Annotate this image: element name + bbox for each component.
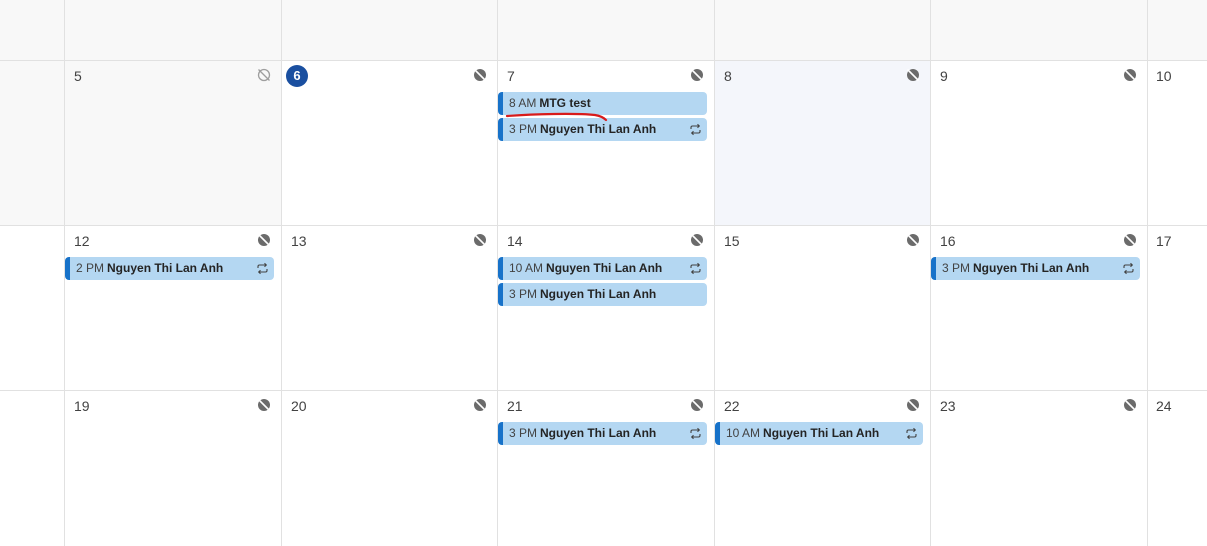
weather-unavailable-icon (1123, 398, 1137, 412)
day-number[interactable]: 23 (940, 398, 956, 414)
weather-unavailable-icon (1123, 233, 1137, 247)
day-number[interactable]: 22 (724, 398, 740, 414)
event-title: Nguyen Thi Lan Anh (763, 426, 880, 440)
weather-unavailable-icon (473, 398, 487, 412)
repeat-icon (906, 427, 917, 440)
repeat-icon (690, 123, 701, 136)
day-number[interactable]: 13 (291, 233, 307, 249)
event-time: 3 PM (509, 122, 538, 136)
day-cell[interactable] (498, 0, 715, 60)
day-cell-7[interactable]: 7 8 AM MTG test 3 PM Nguyen Thi Lan Anh (498, 61, 715, 225)
calendar-event[interactable]: 3 PM Nguyen Thi Lan Anh (931, 257, 1140, 280)
event-title: Nguyen Thi Lan Anh (540, 122, 657, 136)
weather-unavailable-icon (690, 233, 704, 247)
event-title: Nguyen Thi Lan Anh (540, 287, 657, 301)
day-cell[interactable] (282, 0, 498, 60)
repeat-icon (1123, 262, 1134, 275)
event-title: Nguyen Thi Lan Anh (546, 261, 663, 275)
weather-unavailable-icon (690, 68, 704, 82)
event-title: Nguyen Thi Lan Anh (540, 426, 657, 440)
day-cell-12[interactable]: 12 2 PM Nguyen Thi Lan Anh (65, 226, 282, 390)
weather-unavailable-icon (1123, 68, 1137, 82)
day-number[interactable]: 16 (940, 233, 956, 249)
day-cell-13[interactable]: 13 (282, 226, 498, 390)
weather-unavailable-icon (906, 68, 920, 82)
day-number[interactable]: 12 (74, 233, 90, 249)
week-row: 12 2 PM Nguyen Thi Lan Anh 13 14 10 AM N… (0, 226, 1207, 391)
day-number[interactable]: 19 (74, 398, 90, 414)
day-cell-10[interactable]: 10 (1148, 61, 1207, 225)
day-number[interactable]: 24 (1156, 398, 1172, 414)
calendar-event[interactable]: 3 PM Nguyen Thi Lan Anh (498, 283, 707, 306)
week-row: 19 20 21 3 PM Nguyen Thi Lan Anh 22 10 A… (0, 391, 1207, 546)
day-number[interactable]: 8 (724, 68, 732, 84)
weather-unavailable-icon (473, 233, 487, 247)
repeat-icon (690, 427, 701, 440)
event-time: 2 PM (76, 261, 105, 275)
event-title: Nguyen Thi Lan Anh (973, 261, 1090, 275)
week-gutter (0, 226, 65, 390)
day-cell-20[interactable]: 20 (282, 391, 498, 546)
event-title: Nguyen Thi Lan Anh (107, 261, 224, 275)
weather-unavailable-icon (257, 68, 271, 82)
day-number[interactable]: 14 (507, 233, 523, 249)
day-cell-24[interactable]: 24 (1148, 391, 1207, 546)
weather-unavailable-icon (473, 68, 487, 82)
day-cell-19[interactable]: 19 (65, 391, 282, 546)
weather-unavailable-icon (257, 398, 271, 412)
event-time: 3 PM (509, 287, 538, 301)
day-number[interactable]: 9 (940, 68, 948, 84)
day-cell-5[interactable]: 5 (65, 61, 282, 225)
day-cell[interactable] (931, 0, 1148, 60)
day-cell-15[interactable]: 15 (715, 226, 931, 390)
event-time: 10 AM (726, 426, 761, 440)
week-gutter (0, 391, 65, 546)
calendar-event[interactable]: 10 AM Nguyen Thi Lan Anh (715, 422, 923, 445)
day-number[interactable]: 10 (1156, 68, 1172, 84)
day-cell-21[interactable]: 21 3 PM Nguyen Thi Lan Anh (498, 391, 715, 546)
day-cell-6[interactable]: 6 (282, 61, 498, 225)
day-number[interactable]: 15 (724, 233, 740, 249)
repeat-icon (257, 262, 268, 275)
day-cell-22[interactable]: 22 10 AM Nguyen Thi Lan Anh (715, 391, 931, 546)
weather-unavailable-icon (257, 233, 271, 247)
day-cell[interactable] (1148, 0, 1207, 60)
weather-unavailable-icon (906, 398, 920, 412)
calendar-event[interactable]: 2 PM Nguyen Thi Lan Anh (65, 257, 274, 280)
red-underline-annotation (505, 112, 608, 122)
event-time: 3 PM (509, 426, 538, 440)
weather-unavailable-icon (906, 233, 920, 247)
event-time: 8 AM (509, 96, 537, 110)
month-calendar-grid: 5 6 7 8 AM MTG test 3 PM Nguyen Thi Lan … (0, 0, 1207, 546)
event-title: MTG test (539, 96, 591, 110)
day-number[interactable]: 20 (291, 398, 307, 414)
previous-week-row (0, 0, 1207, 61)
event-time: 3 PM (942, 261, 971, 275)
day-cell-17[interactable]: 17 (1148, 226, 1207, 390)
week-row: 5 6 7 8 AM MTG test 3 PM Nguyen Thi Lan … (0, 61, 1207, 226)
day-cell-16[interactable]: 16 3 PM Nguyen Thi Lan Anh (931, 226, 1148, 390)
day-number[interactable]: 21 (507, 398, 523, 414)
day-cell-9[interactable]: 9 (931, 61, 1148, 225)
day-cell[interactable] (65, 0, 282, 60)
today-badge[interactable]: 6 (286, 65, 308, 87)
event-time: 10 AM (509, 261, 544, 275)
day-cell[interactable] (715, 0, 931, 60)
calendar-event[interactable]: 3 PM Nguyen Thi Lan Anh (498, 422, 707, 445)
calendar-event[interactable]: 10 AM Nguyen Thi Lan Anh (498, 257, 707, 280)
week-gutter (0, 0, 65, 60)
repeat-icon (690, 262, 701, 275)
day-number[interactable]: 17 (1156, 233, 1172, 249)
day-number[interactable]: 5 (74, 68, 82, 84)
day-cell-14[interactable]: 14 10 AM Nguyen Thi Lan Anh 3 PM Nguyen Th… (498, 226, 715, 390)
day-number[interactable]: 7 (507, 68, 515, 84)
week-gutter (0, 61, 65, 225)
day-cell-23[interactable]: 23 (931, 391, 1148, 546)
day-cell-8[interactable]: 8 (715, 61, 931, 225)
weather-unavailable-icon (690, 398, 704, 412)
